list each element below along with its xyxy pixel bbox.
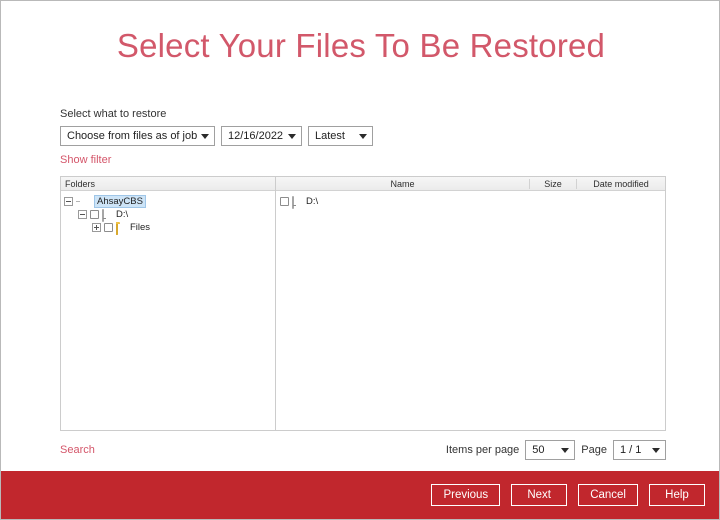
restore-source-controls: Choose from files as of job 12/16/2022 L… bbox=[60, 126, 670, 146]
select-what-to-restore-label: Select what to restore bbox=[60, 108, 167, 120]
file-row-name: D:\ bbox=[306, 196, 319, 207]
restore-source-form: Select what to restore Choose from files… bbox=[60, 107, 670, 168]
file-row-checkbox[interactable] bbox=[280, 197, 289, 206]
tree-item-files[interactable]: Files bbox=[64, 221, 275, 235]
file-list: D:\ bbox=[276, 191, 665, 430]
next-button[interactable]: Next bbox=[511, 484, 568, 506]
tree-item-checkbox[interactable] bbox=[104, 223, 113, 232]
column-header-date-modified[interactable]: Date modified bbox=[577, 179, 665, 189]
list-controls: Search Items per page 50 Page 1 / 1 bbox=[60, 439, 666, 461]
wizard-footer: Previous Next Cancel Help bbox=[1, 471, 719, 519]
ahsay-app-icon bbox=[82, 197, 93, 207]
backup-date-select[interactable]: 12/16/2022 bbox=[221, 126, 302, 146]
column-header-folders: Folders bbox=[65, 178, 96, 189]
items-per-page-value: 50 bbox=[532, 444, 545, 456]
tree-item-label: Files bbox=[130, 222, 151, 233]
restore-source-select[interactable]: Choose from files as of job bbox=[60, 126, 215, 146]
folders-panel-header: Folders bbox=[61, 177, 275, 191]
drive-icon bbox=[292, 195, 303, 209]
folder-icon bbox=[116, 221, 127, 235]
page-value: 1 / 1 bbox=[620, 444, 642, 456]
column-header-size[interactable]: Size bbox=[530, 178, 577, 189]
tree-expander-minus-icon[interactable] bbox=[64, 197, 73, 206]
chevron-down-icon bbox=[288, 134, 296, 139]
backup-time-select[interactable]: Latest bbox=[308, 126, 373, 146]
show-filter-link[interactable]: Show filter bbox=[60, 154, 111, 166]
tree-item-checkbox[interactable] bbox=[90, 210, 99, 219]
file-browser: Folders AhsayCBS D:\ Files Name Size Dat… bbox=[60, 176, 666, 431]
files-panel: Name Size Date modified D:\ bbox=[276, 177, 665, 430]
chevron-down-icon bbox=[561, 448, 570, 453]
tree-item-label: AhsayCBS bbox=[94, 195, 146, 208]
backup-time-select-value: Latest bbox=[315, 130, 345, 142]
help-button[interactable]: Help bbox=[649, 484, 705, 506]
chevron-down-icon bbox=[359, 134, 367, 139]
tree-item-label: D:\ bbox=[116, 209, 129, 220]
items-per-page-label: Items per page bbox=[445, 444, 520, 456]
page-title: Select Your Files To Be Restored bbox=[116, 27, 606, 64]
previous-button[interactable]: Previous bbox=[431, 484, 501, 506]
files-panel-header: Name Size Date modified bbox=[276, 177, 665, 191]
items-per-page-select[interactable]: 50 bbox=[525, 440, 576, 460]
pagination-controls: Items per page 50 Page 1 / 1 bbox=[446, 440, 666, 460]
tree-expander-minus-icon[interactable] bbox=[78, 210, 87, 219]
search-link[interactable]: Search bbox=[60, 444, 95, 456]
folders-panel: Folders AhsayCBS D:\ Files bbox=[61, 177, 276, 430]
drive-icon bbox=[102, 208, 113, 222]
tree-item-ahsaycbs[interactable]: AhsayCBS bbox=[64, 195, 275, 208]
chevron-down-icon bbox=[652, 448, 660, 453]
page-label: Page bbox=[581, 444, 607, 456]
page-select[interactable]: 1 / 1 bbox=[613, 440, 666, 460]
file-list-row[interactable]: D:\ bbox=[280, 195, 665, 209]
restore-wizard-window: Select Your Files To Be Restored Select … bbox=[0, 0, 720, 520]
tree-expander-plus-icon[interactable] bbox=[92, 223, 101, 232]
tree-item-d-drive[interactable]: D:\ bbox=[64, 208, 275, 222]
backup-date-select-value: 12/16/2022 bbox=[228, 130, 284, 142]
chevron-down-icon bbox=[201, 134, 209, 139]
restore-source-select-value: Choose from files as of job bbox=[67, 130, 198, 142]
tree-connector bbox=[76, 201, 80, 202]
column-header-name[interactable]: Name bbox=[276, 178, 530, 189]
folder-tree: AhsayCBS D:\ Files bbox=[61, 191, 275, 430]
cancel-button[interactable]: Cancel bbox=[578, 484, 638, 506]
